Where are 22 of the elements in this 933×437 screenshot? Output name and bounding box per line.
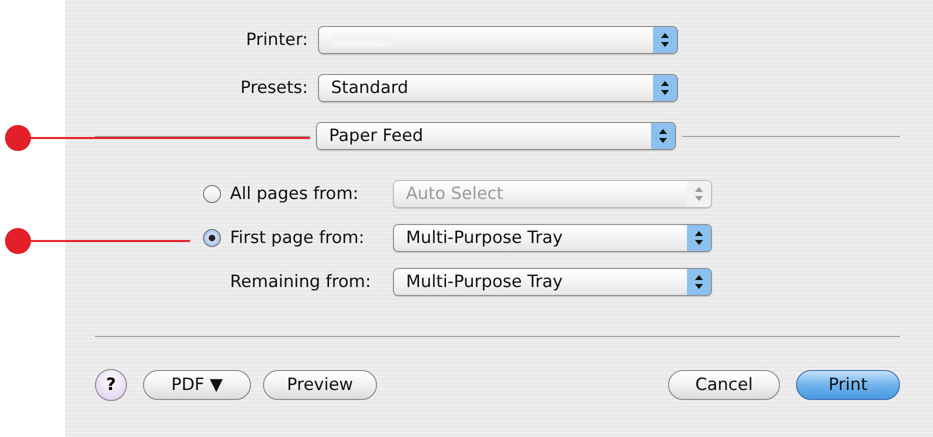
presets-label: Presets:: [239, 78, 308, 98]
stepper-icon: [653, 75, 677, 101]
printer-popup[interactable]: [318, 26, 678, 54]
print-button[interactable]: Print: [796, 370, 900, 400]
stepper-icon: [687, 225, 711, 251]
remaining-popup[interactable]: Multi-Purpose Tray: [393, 268, 712, 296]
remaining-label: Remaining from:: [230, 272, 372, 292]
stepper-icon: [687, 181, 711, 207]
radio-button[interactable]: [203, 229, 221, 247]
stepper-icon: [687, 269, 711, 295]
help-button[interactable]: ?: [95, 369, 127, 401]
source-label: All pages from:: [230, 184, 360, 204]
stepper-icon: [653, 27, 677, 53]
panel-popup[interactable]: Paper Feed: [316, 122, 676, 150]
preview-button[interactable]: Preview: [263, 370, 377, 400]
presets-popup[interactable]: Standard: [318, 74, 678, 102]
source-popup[interactable]: Multi-Purpose Tray: [393, 224, 712, 252]
stepper-icon: [651, 123, 675, 149]
printer-label: Printer:: [245, 30, 308, 50]
pdf-button[interactable]: PDF ▼: [143, 370, 251, 400]
cancel-button[interactable]: Cancel: [668, 370, 780, 400]
source-label: First page from:: [230, 228, 366, 248]
